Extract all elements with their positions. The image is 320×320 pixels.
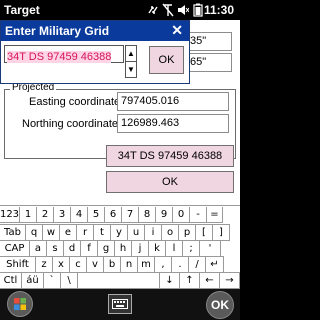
coordinate-field-1[interactable]: 35"	[186, 32, 232, 51]
soft-key-bar: OK	[0, 289, 240, 320]
key-comma[interactable]: ,	[155, 257, 172, 273]
spin-down-icon[interactable]: ▼	[126, 62, 136, 78]
key-tab[interactable]: Tab	[0, 225, 26, 241]
key-s[interactable]: s	[47, 241, 64, 257]
arrow-down-icon[interactable]: ↓	[160, 273, 180, 289]
key-x[interactable]: x	[53, 257, 70, 273]
grid-input[interactable]: 34T DS 97459 46388	[4, 45, 124, 63]
military-grid-dialog: Enter Military Grid ✕ 34T DS 97459 46388…	[0, 20, 190, 84]
key-international[interactable]: áü	[22, 273, 44, 289]
volume-off-icon[interactable]	[177, 3, 190, 17]
key-g[interactable]: g	[98, 241, 115, 257]
dialog-ok-button[interactable]: OK	[149, 46, 184, 74]
key-j[interactable]: j	[132, 241, 149, 257]
keyboard-icon[interactable]	[108, 294, 132, 314]
key-p[interactable]: p	[179, 225, 196, 241]
northing-label: Northing coordinate:	[22, 118, 122, 130]
key-semicolon[interactable]: ;	[183, 241, 200, 257]
key-y[interactable]: y	[111, 225, 128, 241]
key-space[interactable]	[78, 273, 160, 289]
grid-input-value: 34T DS 97459 46388	[7, 51, 112, 63]
key-a[interactable]: a	[30, 241, 47, 257]
no-signal-icon[interactable]	[162, 3, 174, 17]
key-2[interactable]: 2	[37, 207, 54, 223]
key-123[interactable]: 123	[0, 207, 20, 223]
key-9[interactable]: 9	[156, 207, 173, 223]
key-1[interactable]: 1	[20, 207, 37, 223]
dialog-title-bar: Enter Military Grid ✕	[1, 21, 189, 41]
clock[interactable]: 11:30	[204, 3, 234, 17]
key-c[interactable]: c	[70, 257, 87, 273]
enter-icon[interactable]: ↵	[206, 257, 224, 273]
ok-button[interactable]: OK	[106, 171, 234, 193]
arrow-right-icon[interactable]: →	[220, 273, 240, 289]
key-0[interactable]: 0	[173, 207, 190, 223]
battery-icon[interactable]	[192, 3, 204, 17]
key-3[interactable]: 3	[54, 207, 71, 223]
key-z[interactable]: z	[36, 257, 53, 273]
sync-arrows-icon[interactable]	[147, 3, 159, 17]
key-d[interactable]: d	[64, 241, 81, 257]
arrow-left-icon[interactable]: ←	[200, 273, 220, 289]
key-backslash[interactable]: \	[61, 273, 78, 289]
northing-field[interactable]: 126989.463	[117, 114, 229, 133]
key-h[interactable]: h	[115, 241, 132, 257]
key-ctrl[interactable]: Ctl	[0, 273, 22, 289]
app-title: Target	[4, 3, 40, 17]
key-backtick[interactable]: `	[44, 273, 61, 289]
key-caps[interactable]: CAP	[0, 241, 30, 257]
key-t[interactable]: t	[94, 225, 111, 241]
close-icon[interactable]: ✕	[171, 22, 183, 39]
key-apostrophe[interactable]: '	[200, 241, 221, 257]
soft-keyboard: 123 1 2 3 4 5 6 7 8 9 0 - = Tab q w e r …	[0, 205, 240, 289]
key-i[interactable]: i	[145, 225, 162, 241]
key-5[interactable]: 5	[88, 207, 105, 223]
key-k[interactable]: k	[149, 241, 166, 257]
key-b[interactable]: b	[104, 257, 121, 273]
key-r[interactable]: r	[77, 225, 94, 241]
spin-control[interactable]: ▲ ▼	[125, 45, 137, 78]
windows-start-icon[interactable]	[7, 291, 33, 317]
key-left-bracket[interactable]: [	[196, 225, 213, 241]
key-6[interactable]: 6	[105, 207, 122, 223]
key-w[interactable]: w	[43, 225, 60, 241]
easting-field[interactable]: 797405.016	[117, 92, 229, 111]
dialog-title: Enter Military Grid	[5, 24, 110, 38]
ok-softkey[interactable]: OK	[206, 291, 234, 319]
key-equals[interactable]: =	[207, 207, 223, 223]
key-shift[interactable]: Shift	[0, 257, 36, 273]
key-o[interactable]: o	[162, 225, 179, 241]
coordinate-field-2[interactable]: 65"	[186, 53, 232, 72]
key-n[interactable]: n	[121, 257, 138, 273]
key-u[interactable]: u	[128, 225, 145, 241]
key-8[interactable]: 8	[139, 207, 156, 223]
key-minus[interactable]: -	[190, 207, 207, 223]
key-4[interactable]: 4	[71, 207, 88, 223]
key-l[interactable]: l	[166, 241, 183, 257]
key-m[interactable]: m	[138, 257, 155, 273]
arrow-up-icon[interactable]: ↑	[180, 273, 200, 289]
key-slash[interactable]: /	[189, 257, 206, 273]
key-v[interactable]: v	[87, 257, 104, 273]
key-f[interactable]: f	[81, 241, 98, 257]
status-bar: Target 11:30	[0, 0, 240, 20]
military-grid-button[interactable]: 34T DS 97459 46388	[106, 145, 234, 167]
key-7[interactable]: 7	[122, 207, 139, 223]
key-q[interactable]: q	[26, 225, 43, 241]
spin-up-icon[interactable]: ▲	[126, 46, 136, 62]
key-e[interactable]: e	[60, 225, 77, 241]
easting-label: Easting coordinate:	[29, 96, 124, 108]
key-period[interactable]: .	[172, 257, 189, 273]
key-right-bracket[interactable]: ]	[213, 225, 230, 241]
